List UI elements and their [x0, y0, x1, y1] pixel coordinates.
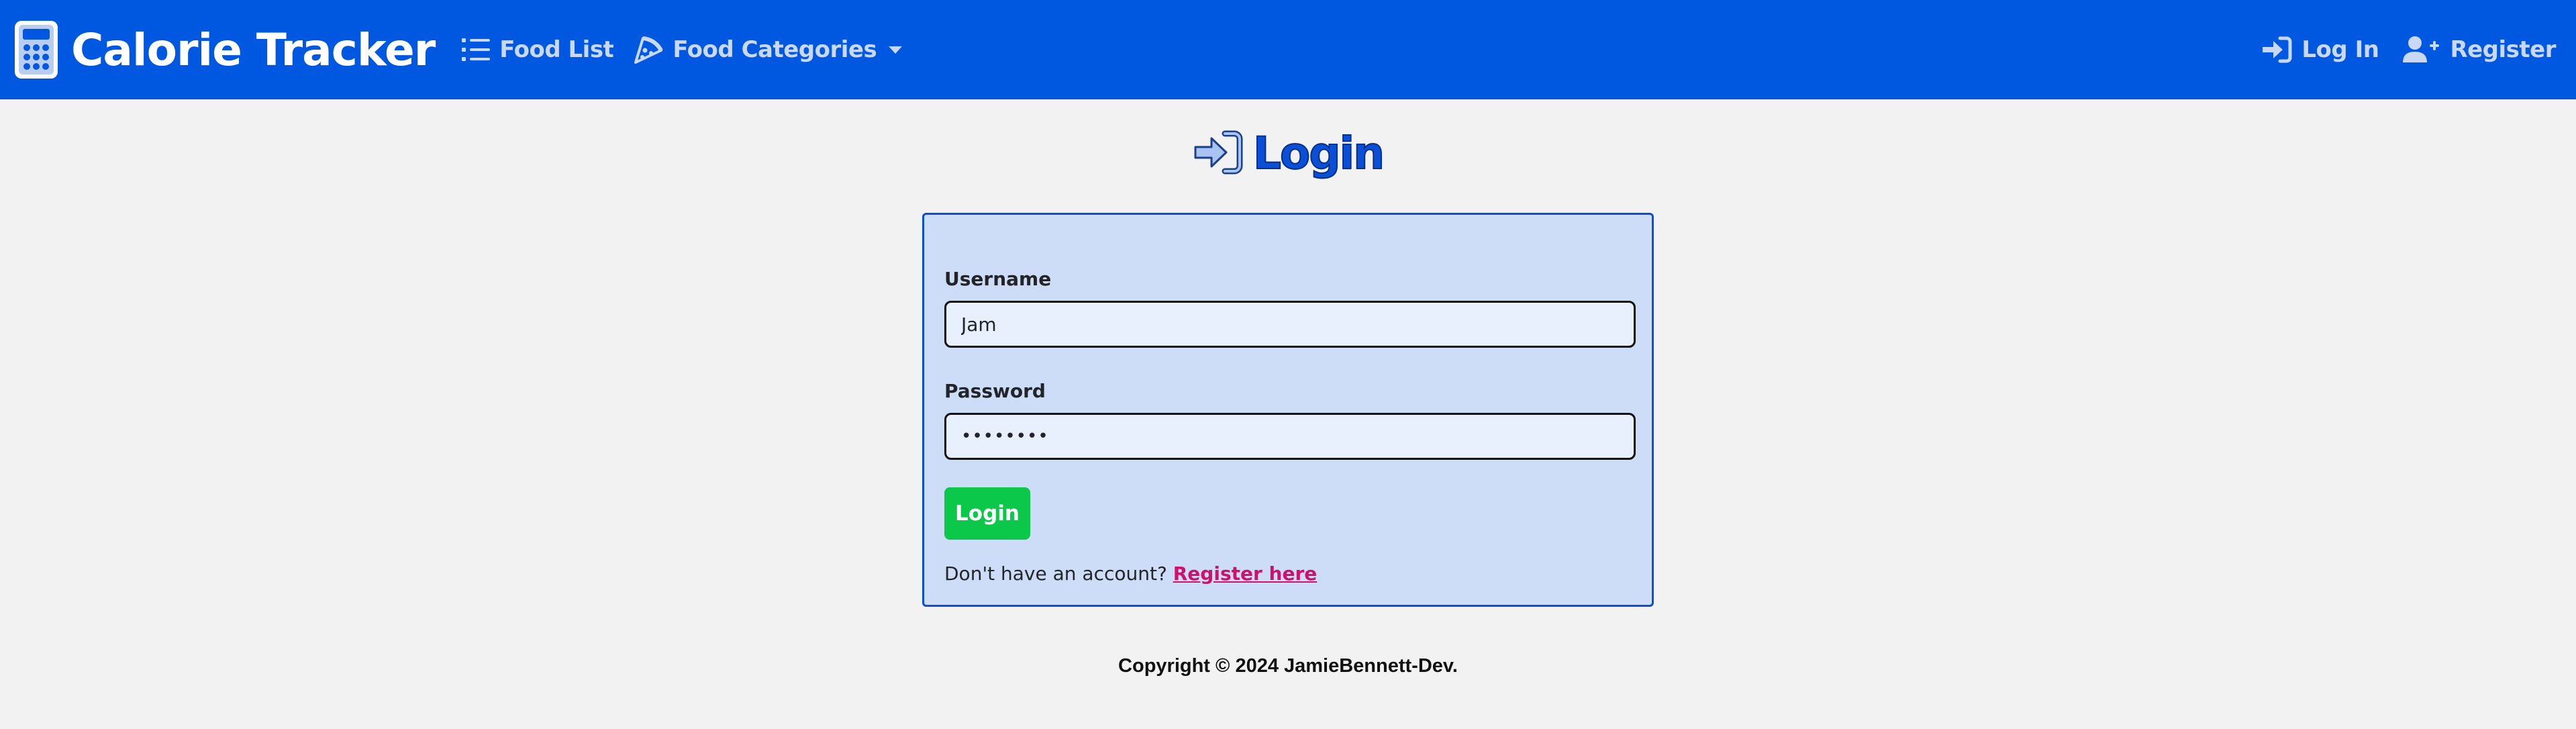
calculator-icon	[13, 19, 59, 80]
nav-right: Log In Register	[2261, 0, 2556, 99]
nav-food-list[interactable]: Food List	[462, 36, 614, 63]
brand-title: Calorie Tracker	[71, 23, 436, 76]
username-input[interactable]	[944, 301, 1636, 348]
nav-food-categories-dropdown[interactable]: Food Categories	[634, 36, 903, 64]
nav-food-categories-label: Food Categories	[673, 36, 877, 63]
nav-register[interactable]: Register	[2403, 36, 2556, 64]
page-title: Login	[1252, 127, 1385, 180]
navbar: Calorie Tracker Food List Food Categorie…	[0, 0, 2576, 99]
footer-copyright: Copyright © 2024 JamieBennett-Dev.	[1118, 655, 1458, 677]
page-heading: Login	[0, 127, 2576, 180]
chevron-down-icon	[889, 46, 903, 54]
login-button[interactable]: Login	[944, 487, 1030, 540]
login-form: Username Password •••••••• Login Don't h…	[922, 213, 1654, 607]
brand-link[interactable]: Calorie Tracker	[13, 19, 436, 80]
nav-register-label: Register	[2450, 36, 2556, 63]
password-input[interactable]: ••••••••	[944, 413, 1636, 460]
nav-log-in[interactable]: Log In	[2261, 36, 2379, 63]
nav-links: Food List Food Categories	[462, 36, 903, 64]
password-label: Password	[944, 380, 1046, 402]
nav-log-in-label: Log In	[2301, 36, 2379, 63]
username-label: Username	[944, 268, 1052, 290]
pizza-icon	[634, 36, 663, 64]
sign-in-icon	[2261, 36, 2292, 63]
register-here-link[interactable]: Register here	[1173, 563, 1318, 585]
register-prompt: Don't have an account?	[944, 563, 1167, 585]
sign-in-icon	[1193, 130, 1244, 177]
register-prompt-line: Don't have an account? Register here	[944, 563, 1317, 585]
user-plus-icon	[2403, 36, 2440, 64]
list-icon	[462, 37, 491, 62]
nav-food-list-label: Food List	[499, 36, 614, 63]
